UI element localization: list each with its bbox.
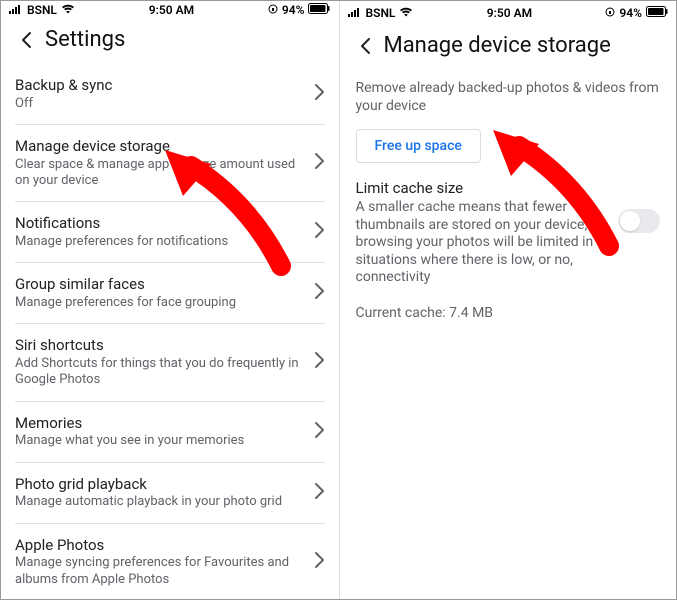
back-icon[interactable] (354, 34, 378, 58)
battery-icon (308, 3, 330, 17)
settings-item-photo-grid-playback[interactable]: Photo grid playback Manage automatic pla… (15, 463, 325, 524)
chevron-right-icon (314, 482, 325, 504)
settings-item-apple-photos[interactable]: Apple Photos Manage syncing preferences … (15, 524, 325, 600)
settings-item-siri-shortcuts[interactable]: Siri shortcuts Add Shortcuts for things … (15, 324, 325, 401)
signal-icon (348, 6, 362, 20)
settings-item-subtitle: Add Shortcuts for things that you do fre… (15, 356, 304, 389)
settings-item-title: Photo grid playback (15, 475, 304, 494)
settings-item-subtitle: Off (15, 96, 304, 112)
battery-percent: 94% (282, 3, 305, 17)
chevron-right-icon (314, 221, 325, 243)
settings-item-title: Siri shortcuts (15, 336, 304, 355)
battery-percent: 94% (619, 6, 642, 20)
chevron-right-icon (314, 351, 325, 373)
lock-icon (605, 6, 615, 20)
settings-item-backup-sync[interactable]: Backup & sync Off (15, 64, 325, 125)
settings-item-memories[interactable]: Memories Manage what you see in your mem… (15, 402, 325, 463)
back-icon[interactable] (15, 28, 39, 52)
signal-icon (9, 3, 23, 17)
settings-item-title: Apple Photos (15, 536, 304, 555)
settings-item-group-similar-faces[interactable]: Group similar faces Manage preferences f… (15, 263, 325, 324)
battery-icon (646, 6, 668, 20)
settings-item-manage-device-storage[interactable]: Manage device storage Clear space & mana… (15, 125, 325, 202)
screen-settings: BSNL 9:50 AM 94% Settings (1, 1, 339, 599)
settings-header: Settings (1, 17, 339, 64)
settings-item-title: Backup & sync (15, 76, 304, 95)
settings-item-title: Manage device storage (15, 137, 304, 156)
status-bar: BSNL 9:50 AM 94% (340, 1, 677, 23)
settings-item-subtitle: Manage what you see in your memories (15, 433, 304, 449)
wifi-icon (61, 3, 75, 17)
settings-item-title: Memories (15, 414, 304, 433)
settings-item-title: Group similar faces (15, 275, 304, 294)
status-bar: BSNL 9:50 AM 94% (1, 1, 339, 17)
chevron-right-icon (314, 152, 325, 174)
current-cache-label: Current cache: 7.4 MB (356, 305, 661, 321)
settings-item-title: Notifications (15, 214, 304, 233)
lock-icon (268, 3, 278, 17)
status-time: 9:50 AM (149, 3, 194, 17)
limit-cache-title: Limit cache size (356, 179, 609, 197)
limit-cache-desc: A smaller cache means that fewer thumbna… (356, 199, 609, 287)
limit-cache-toggle[interactable] (618, 209, 660, 233)
settings-item-subtitle: Manage automatic playback in your photo … (15, 494, 304, 510)
carrier-label: BSNL (27, 3, 57, 17)
chevron-right-icon (314, 83, 325, 105)
storage-header: Manage device storage (340, 23, 677, 70)
settings-item-notifications[interactable]: Notifications Manage preferences for not… (15, 202, 325, 263)
chevron-right-icon (314, 421, 325, 443)
settings-item-subtitle: Manage syncing preferences for Favourite… (15, 555, 304, 588)
status-time: 9:50 AM (487, 6, 532, 20)
chevron-right-icon (314, 282, 325, 304)
settings-list: Backup & sync Off Manage device storage … (1, 64, 339, 599)
free-up-space-button[interactable]: Free up space (356, 129, 481, 163)
page-title: Manage device storage (384, 33, 611, 58)
wifi-icon (399, 6, 413, 20)
remove-backed-up-desc: Remove already backed-up photos & videos… (356, 80, 661, 115)
chevron-right-icon (314, 551, 325, 573)
settings-item-subtitle: Manage preferences for notifications (15, 234, 304, 250)
settings-item-subtitle: Clear space & manage app storage amount … (15, 157, 304, 190)
page-title: Settings (45, 27, 125, 52)
settings-item-subtitle: Manage preferences for face grouping (15, 295, 304, 311)
screen-manage-storage: BSNL 9:50 AM 94% Manage device storage (339, 1, 677, 599)
carrier-label: BSNL (366, 6, 396, 20)
